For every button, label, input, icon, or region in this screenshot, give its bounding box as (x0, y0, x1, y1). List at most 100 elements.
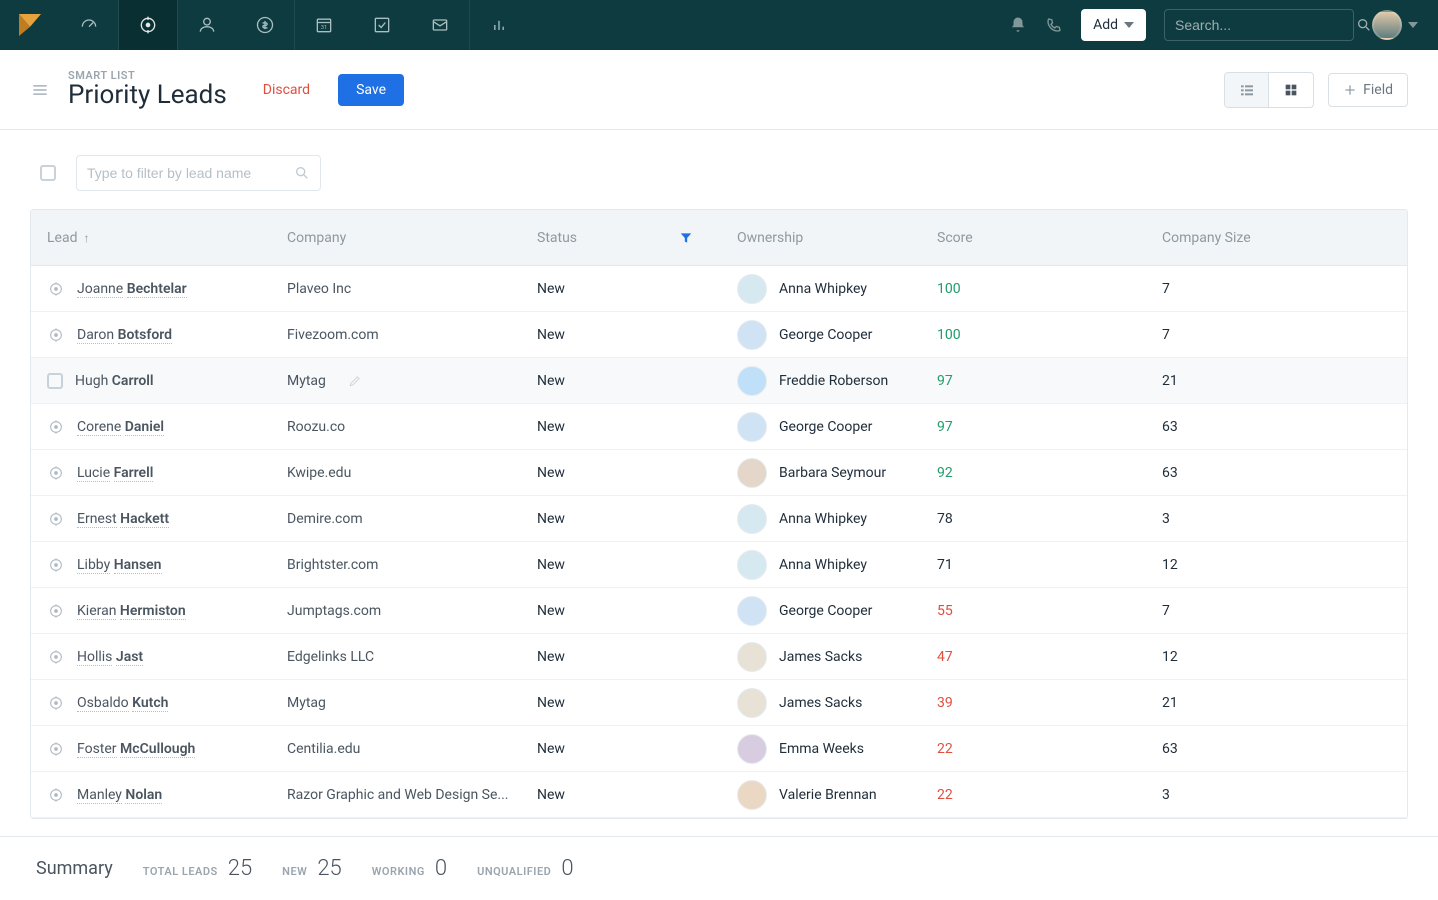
cell-score: 100 (921, 281, 1146, 297)
global-search[interactable] (1164, 9, 1354, 41)
cell-ownership: Barbara Seymour (721, 458, 921, 488)
list-icon (1239, 82, 1255, 98)
view-list[interactable] (1225, 73, 1269, 107)
cell-company-size: 12 (1146, 649, 1407, 665)
lead-name[interactable]: Libby Hansen (77, 557, 162, 573)
cell-status: New (521, 511, 721, 527)
lead-name[interactable]: Joanne Bechtelar (77, 281, 187, 297)
cell-score: 55 (921, 603, 1146, 619)
table-row[interactable]: Kieran HermistonJumptags.comNewGeorge Co… (31, 588, 1407, 634)
cell-status: New (521, 787, 721, 803)
add-button[interactable]: Add (1081, 9, 1146, 41)
cell-company: Mytag (271, 695, 521, 711)
row-checkbox[interactable] (47, 373, 63, 389)
cell-company: Jumptags.com (271, 603, 521, 619)
lead-name[interactable]: Hugh Carroll (75, 373, 154, 389)
stat-new: NEW 25 (282, 856, 342, 881)
lead-type-icon (47, 326, 65, 344)
cell-score: 22 (921, 741, 1146, 757)
app-logo[interactable] (0, 0, 60, 50)
edit-icon[interactable] (348, 374, 362, 388)
lead-name[interactable]: Ernest Hackett (77, 511, 169, 527)
owner-name: James Sacks (779, 649, 862, 665)
table-row[interactable]: Manley NolanRazor Graphic and Web Design… (31, 772, 1407, 818)
table-row[interactable]: Hollis JastEdgelinks LLCNewJames Sacks47… (31, 634, 1407, 680)
svg-text:31: 31 (321, 25, 328, 31)
page-header: SMART LIST Priority Leads Discard Save F… (0, 50, 1438, 130)
cell-company-size: 7 (1146, 281, 1407, 297)
lead-name[interactable]: Kieran Hermiston (77, 603, 186, 619)
lead-name[interactable]: Osbaldo Kutch (77, 695, 168, 711)
nav-inbox[interactable] (411, 0, 469, 50)
cell-status: New (521, 695, 721, 711)
owner-avatar (737, 550, 767, 580)
mail-icon (430, 15, 450, 35)
nav-contacts[interactable] (178, 0, 236, 50)
table-row[interactable]: Lucie FarrellKwipe.eduNewBarbara Seymour… (31, 450, 1407, 496)
bell-icon[interactable] (1009, 16, 1027, 34)
filter-icon[interactable] (679, 231, 693, 245)
select-all-checkbox[interactable] (40, 165, 56, 181)
cell-ownership: Emma Weeks (721, 734, 921, 764)
lead-name[interactable]: Daron Botsford (77, 327, 172, 343)
nav-dashboard[interactable] (60, 0, 118, 50)
owner-avatar (737, 504, 767, 534)
nav-reports[interactable] (470, 0, 528, 50)
sidebar-toggle[interactable] (30, 80, 50, 100)
nav-deals[interactable] (236, 0, 294, 50)
col-status[interactable]: Status (521, 230, 721, 246)
lead-name[interactable]: Lucie Farrell (77, 465, 153, 481)
add-field-button[interactable]: Field (1328, 73, 1408, 107)
lead-type-icon (47, 694, 65, 712)
phone-icon[interactable] (1045, 16, 1063, 34)
lead-name[interactable]: Manley Nolan (77, 787, 162, 803)
lead-name-filter-input[interactable] (87, 165, 294, 181)
cell-lead: Joanne Bechtelar (31, 280, 271, 298)
col-score[interactable]: Score (921, 230, 1146, 246)
nav-tasks[interactable] (353, 0, 411, 50)
global-search-input[interactable] (1175, 17, 1356, 33)
save-button[interactable]: Save (338, 74, 404, 106)
add-field-label: Field (1363, 82, 1393, 98)
table-row[interactable]: Foster McCulloughCentilia.eduNewEmma Wee… (31, 726, 1407, 772)
lead-name[interactable]: Foster McCullough (77, 741, 195, 757)
search-icon (294, 165, 310, 181)
nav-calendar[interactable]: 31 (295, 0, 353, 50)
save-button-label: Save (356, 82, 386, 98)
col-ownership[interactable]: Ownership (721, 230, 921, 246)
nav-leads[interactable] (119, 0, 177, 50)
check-box-icon (372, 15, 392, 35)
table-row[interactable]: Hugh CarrollMytagNewFreddie Roberson9721 (31, 358, 1407, 404)
caret-down-icon (1408, 20, 1418, 30)
top-nav: 31 Add (0, 0, 1438, 50)
lead-type-icon (47, 786, 65, 804)
cell-score: 39 (921, 695, 1146, 711)
table-row[interactable]: Osbaldo KutchMytagNewJames Sacks3921 (31, 680, 1407, 726)
search-icon (1356, 17, 1372, 33)
user-menu[interactable] (1372, 10, 1418, 40)
lead-name-filter[interactable] (76, 155, 321, 191)
view-grid[interactable] (1269, 73, 1313, 107)
cell-status: New (521, 373, 721, 389)
lead-name[interactable]: Corene Daniel (77, 419, 164, 435)
owner-avatar (737, 320, 767, 350)
owner-avatar (737, 780, 767, 810)
lead-type-icon (47, 510, 65, 528)
caret-down-icon (1124, 20, 1134, 30)
col-company-size[interactable]: Company Size (1146, 230, 1407, 246)
cell-ownership: George Cooper (721, 320, 921, 350)
cell-lead: Ernest Hackett (31, 510, 271, 528)
col-company[interactable]: Company (271, 230, 521, 246)
discard-button[interactable]: Discard (263, 82, 310, 98)
table-row[interactable]: Joanne BechtelarPlaveo IncNewAnna Whipke… (31, 266, 1407, 312)
cell-ownership: George Cooper (721, 412, 921, 442)
table-row[interactable]: Daron BotsfordFivezoom.comNewGeorge Coop… (31, 312, 1407, 358)
col-lead[interactable]: Lead ↑ (31, 230, 271, 246)
table-row[interactable]: Libby HansenBrightster.comNewAnna Whipke… (31, 542, 1407, 588)
lead-name[interactable]: Hollis Jast (77, 649, 143, 665)
table-row[interactable]: Corene DanielRoozu.coNewGeorge Cooper976… (31, 404, 1407, 450)
cell-status: New (521, 603, 721, 619)
view-toggle (1224, 72, 1314, 108)
table-row[interactable]: Ernest HackettDemire.comNewAnna Whipkey7… (31, 496, 1407, 542)
cell-company-size: 3 (1146, 511, 1407, 527)
